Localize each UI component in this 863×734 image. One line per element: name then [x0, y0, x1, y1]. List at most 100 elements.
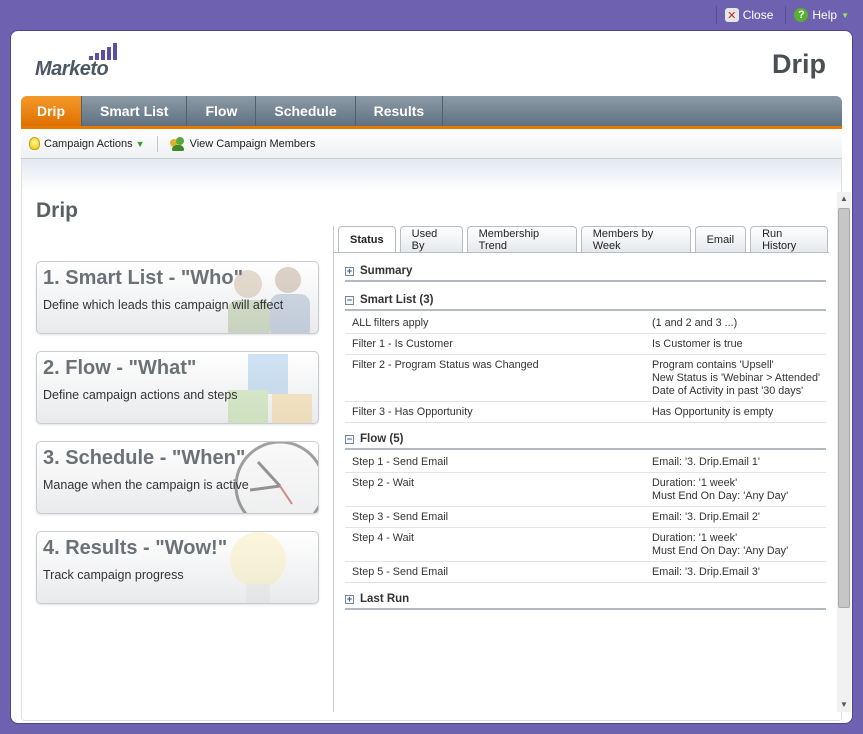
card-title: 1. Smart List - "Who": [43, 267, 244, 289]
row-value-line: Has Opportunity is empty: [652, 406, 774, 418]
tab-underline: [334, 252, 829, 253]
tab-flow[interactable]: Flow: [187, 96, 257, 126]
content-bottom-edge: [21, 717, 842, 721]
table-row: Step 4 - Wait Duration: '1 week' Must En…: [345, 528, 826, 562]
summary-label: Summary: [360, 265, 413, 277]
close-button[interactable]: ✕ Close: [724, 8, 773, 22]
collapse-icon: −: [345, 433, 354, 444]
main-tabs: Drip Smart List Flow Schedule Results: [21, 96, 842, 129]
card-flow[interactable]: 2. Flow - "What" Define campaign actions…: [36, 351, 319, 424]
help-label: Help: [812, 8, 838, 22]
tab-drip[interactable]: Drip: [21, 96, 82, 126]
section-title: Drip: [36, 199, 78, 222]
page-heading: Drip: [772, 49, 826, 79]
smart-list-label: Smart List (3): [360, 294, 434, 306]
expand-icon: +: [345, 265, 354, 276]
help-icon: ?: [794, 8, 809, 22]
row-label: Step 5 - Send Email: [352, 566, 449, 578]
chevron-down-icon: ▼: [135, 138, 145, 149]
tab-membership-trend[interactable]: Membership Trend: [466, 226, 577, 252]
campaign-actions-button[interactable]: Campaign Actions ▼: [29, 137, 145, 150]
row-value: Duration: '1 week' Must End On Day: 'Any…: [652, 532, 788, 558]
row-value-line: Is Customer is true: [652, 338, 743, 350]
row-value: Duration: '1 week' Must End On Day: 'Any…: [652, 477, 788, 503]
flow-label: Flow (5): [360, 433, 404, 445]
tab-schedule[interactable]: Schedule: [256, 96, 356, 126]
tab-status[interactable]: Status: [338, 226, 396, 253]
row-value: Email: '3. Drip.Email 2': [652, 511, 760, 524]
row-label: Step 2 - Wait: [352, 477, 415, 489]
tab-email[interactable]: Email: [694, 226, 747, 252]
chevron-down-icon: ▼: [841, 10, 849, 20]
row-value-line: Program contains 'Upsell': [652, 359, 774, 371]
campaign-actions-label: Campaign Actions: [44, 137, 133, 150]
row-value: Email: '3. Drip.Email 1': [652, 456, 760, 469]
row-value: Is Customer is true: [652, 338, 743, 351]
row-value-line: Must End On Day: 'Any Day': [652, 545, 789, 557]
table-row: Step 1 - Send Email Email: '3. Drip.Emai…: [345, 452, 826, 473]
top-bar-divider: [785, 6, 787, 24]
panel-tabs: Status Used By Membership Trend Members …: [334, 226, 828, 253]
people-icon: [169, 136, 186, 151]
lightbulb-icon: [29, 137, 40, 150]
row-value-line: New Status is 'Webinar > Attended': [652, 372, 821, 384]
flow-section-header[interactable]: − Flow (5): [345, 430, 826, 450]
card-smart-list[interactable]: 1. Smart List - "Who" Define which leads…: [36, 261, 319, 334]
last-run-label: Last Run: [360, 593, 410, 605]
toolbar: Campaign Actions ▼ View Campaign Members: [21, 129, 842, 159]
row-value-line: Duration: '1 week': [652, 532, 738, 544]
row-value-line: Email: '3. Drip.Email 2': [652, 511, 760, 523]
table-row: Step 5 - Send Email Email: '3. Drip.Emai…: [345, 562, 826, 583]
toolbar-divider: [156, 135, 158, 152]
scrollbar-thumb[interactable]: [838, 208, 850, 608]
collapse-icon: −: [345, 294, 354, 305]
row-label: Filter 1 - Is Customer: [352, 338, 453, 350]
tab-members-by-week[interactable]: Members by Week: [580, 226, 691, 252]
row-value-line: Email: '3. Drip.Email 1': [652, 456, 760, 468]
view-campaign-members-button[interactable]: View Campaign Members: [169, 136, 315, 151]
scroll-up-icon[interactable]: ▲: [837, 192, 851, 206]
row-label: Filter 2 - Program Status was Changed: [352, 359, 539, 371]
status-panel: Status Used By Membership Trend Members …: [333, 226, 829, 712]
table-row: ALL filters apply (1 and 2 and 3 ...): [345, 313, 826, 334]
card-results[interactable]: 4. Results - "Wow!" Track campaign progr…: [36, 531, 319, 604]
row-value: Has Opportunity is empty: [652, 406, 773, 419]
top-bar: ✕ Close ? Help ▼: [708, 0, 863, 30]
logo-text: Marketo: [35, 58, 109, 80]
close-icon: ✕: [724, 8, 739, 22]
tab-used-by[interactable]: Used By: [399, 226, 463, 252]
row-value: Email: '3. Drip.Email 3': [652, 566, 760, 579]
help-button[interactable]: ? Help ▼: [794, 8, 859, 22]
row-label: ALL filters apply: [352, 317, 429, 329]
card-description: Manage when the campaign is active: [43, 478, 249, 492]
row-value-line: Must End On Day: 'Any Day': [652, 490, 789, 502]
scroll-down-icon[interactable]: ▼: [837, 698, 851, 712]
card-description: Define campaign actions and steps: [43, 388, 238, 402]
row-label: Step 4 - Wait: [352, 532, 415, 544]
last-run-section-header[interactable]: + Last Run: [345, 590, 826, 610]
tab-results[interactable]: Results: [356, 96, 444, 126]
table-row: Filter 3 - Has Opportunity Has Opportuni…: [345, 402, 826, 423]
table-row: Filter 2 - Program Status was Changed Pr…: [345, 355, 826, 402]
summary-section-header[interactable]: + Summary: [345, 262, 826, 282]
card-title: 3. Schedule - "When": [43, 447, 246, 469]
row-value-line: Duration: '1 week': [652, 477, 738, 489]
card-schedule[interactable]: 3. Schedule - "When" Manage when the cam…: [36, 441, 319, 514]
vertical-scrollbar[interactable]: ▲ ▼: [837, 192, 851, 712]
app-window: Marketo Drip Drip Smart List Flow Schedu…: [10, 30, 853, 724]
row-value-line: Date of Activity in past '30 days': [652, 385, 804, 397]
smart-list-section-header[interactable]: − Smart List (3): [345, 291, 826, 311]
row-label: Filter 3 - Has Opportunity: [352, 406, 473, 418]
card-description: Define which leads this campaign will af…: [43, 298, 284, 312]
card-description: Track campaign progress: [43, 568, 184, 582]
tab-smart-list[interactable]: Smart List: [82, 96, 188, 126]
row-label: Step 3 - Send Email: [352, 511, 449, 523]
table-row: Step 3 - Send Email Email: '3. Drip.Emai…: [345, 507, 826, 528]
row-value-line: (1 and 2 and 3 ...): [652, 317, 738, 329]
table-row: Filter 1 - Is Customer Is Customer is tr…: [345, 334, 826, 355]
content-area: Drip 1. Smart List - "Who" Define which …: [21, 159, 851, 719]
card-title: 2. Flow - "What": [43, 357, 197, 379]
table-row: Step 2 - Wait Duration: '1 week' Must En…: [345, 473, 826, 507]
tab-run-history[interactable]: Run History: [750, 226, 828, 252]
card-title: 4. Results - "Wow!": [43, 537, 228, 559]
